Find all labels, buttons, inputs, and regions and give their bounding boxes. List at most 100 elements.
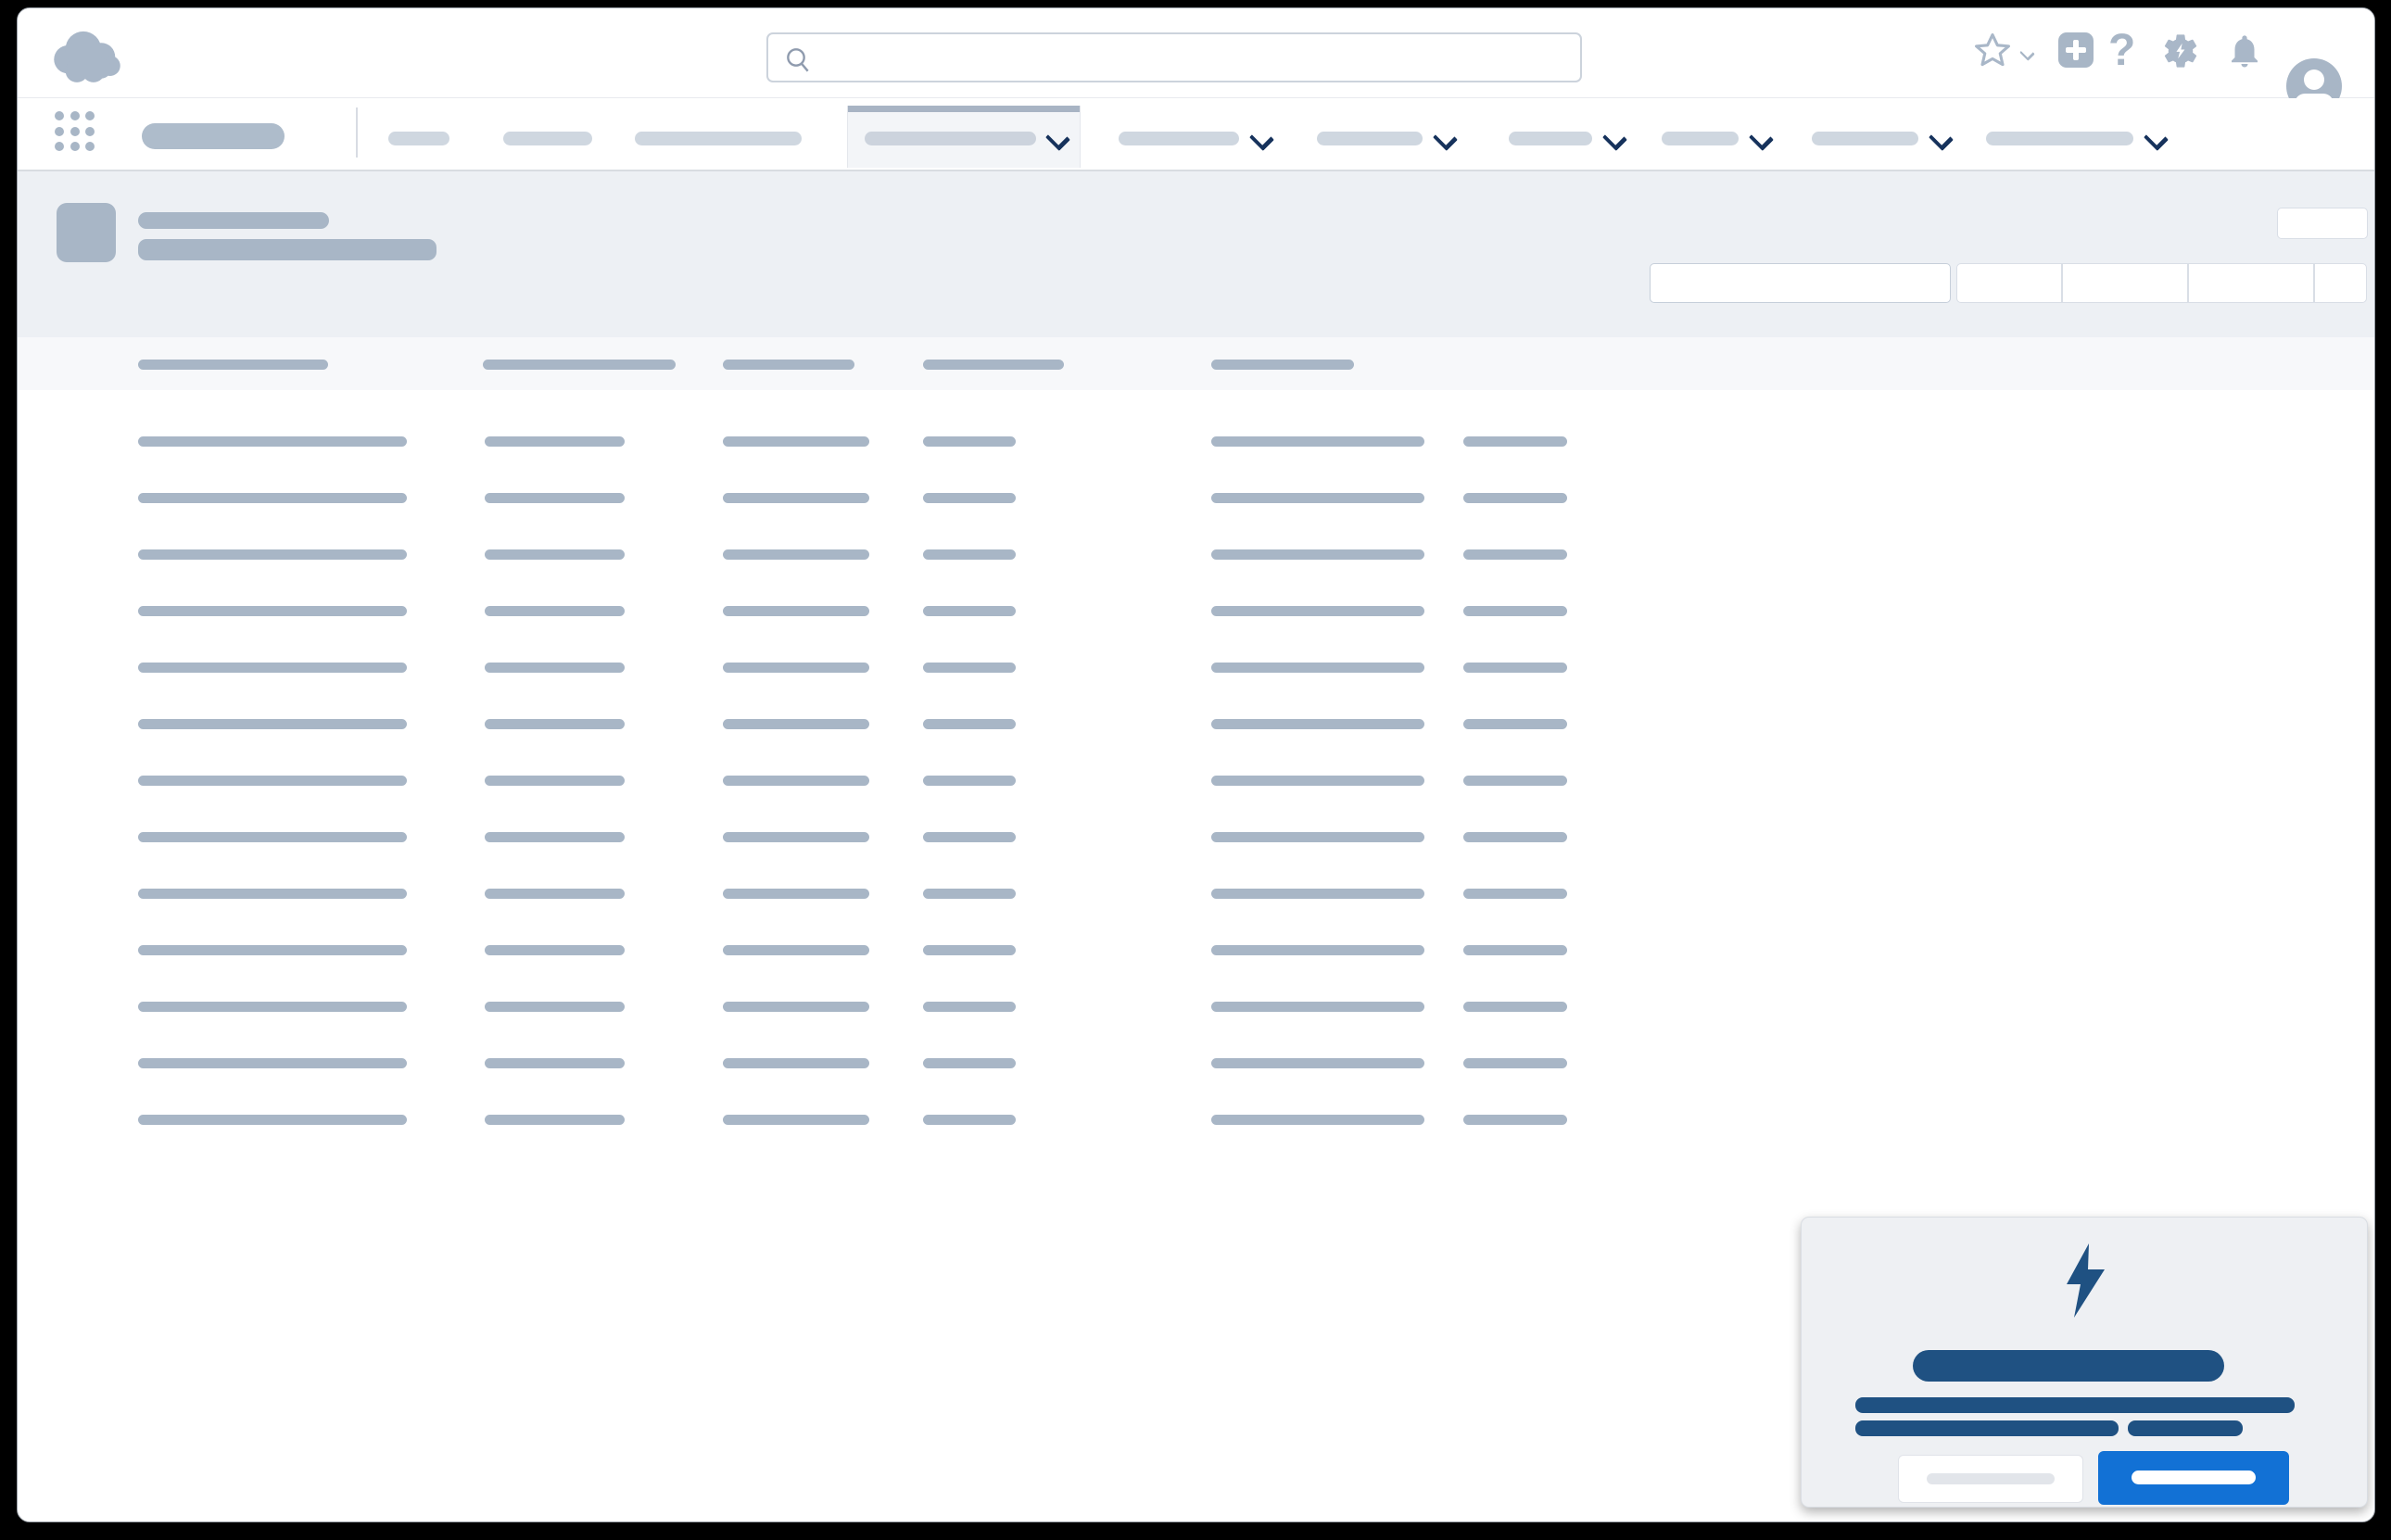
table-cell-placeholder — [1211, 549, 1424, 560]
nav-tab-placeholder[interactable] — [1986, 132, 2133, 145]
nav-tab-placeholder[interactable] — [1662, 132, 1739, 145]
table-cell-placeholder — [1211, 889, 1424, 899]
table-cell-placeholder — [723, 832, 869, 842]
table-cell-placeholder — [1211, 663, 1424, 673]
table-cell-placeholder — [138, 719, 407, 729]
table-cell-placeholder — [1463, 663, 1567, 673]
table-cell-placeholder — [1463, 832, 1567, 842]
table-cell-placeholder — [723, 606, 869, 616]
page-header — [18, 171, 2374, 337]
popup-dismiss-button[interactable] — [1898, 1455, 2083, 1503]
active-tab-loading-indicator — [848, 106, 1080, 112]
table-cell-placeholder — [138, 549, 407, 560]
column-header-placeholder — [1211, 360, 1354, 370]
table-cell-placeholder — [138, 663, 407, 673]
button-group-divider — [2313, 264, 2315, 302]
popup-line-placeholder — [1855, 1397, 2295, 1413]
chevron-down-icon[interactable] — [1929, 126, 1954, 151]
table-cell-placeholder — [138, 606, 407, 616]
table-cell-placeholder — [485, 1115, 625, 1125]
chevron-down-icon[interactable] — [1433, 126, 1458, 151]
nav-tab-placeholder[interactable] — [503, 132, 592, 145]
favorites-star-icon[interactable] — [1971, 31, 2014, 71]
popup-title-placeholder — [1913, 1350, 2224, 1382]
nav-tab-placeholder[interactable] — [1509, 132, 1592, 145]
table-cell-placeholder — [923, 606, 1016, 616]
nav-tab-placeholder[interactable] — [1119, 132, 1239, 145]
button-group-divider — [2187, 264, 2189, 302]
chevron-down-icon[interactable] — [1749, 126, 1774, 151]
search-input[interactable] — [820, 38, 1565, 79]
browser-app-window: ? — [17, 7, 2375, 1522]
header-mini-button[interactable] — [2277, 208, 2368, 239]
table-cell-placeholder — [723, 436, 869, 447]
table-cell-placeholder — [723, 719, 869, 729]
table-cell-placeholder — [923, 776, 1016, 786]
record-entity-icon-placeholder — [57, 203, 116, 262]
nav-tab-placeholder[interactable] — [388, 132, 449, 145]
table-cell-placeholder — [485, 1058, 625, 1068]
nav-tab-placeholder[interactable] — [1317, 132, 1423, 145]
table-cell-placeholder — [1211, 1002, 1424, 1012]
table-cell-placeholder — [138, 776, 407, 786]
lightning-prompt-popup — [1801, 1217, 2368, 1508]
table-cell-placeholder — [485, 549, 625, 560]
table-cell-placeholder — [923, 663, 1016, 673]
chevron-down-icon[interactable] — [1602, 126, 1627, 151]
page-subtitle-placeholder — [138, 239, 436, 260]
table-cell-placeholder — [485, 436, 625, 447]
table-cell-placeholder — [138, 436, 407, 447]
column-header-placeholder — [138, 360, 328, 370]
table-cell-placeholder — [1463, 1002, 1567, 1012]
table-cell-placeholder — [485, 776, 625, 786]
table-cell-placeholder — [1211, 776, 1424, 786]
table-cell-placeholder — [723, 1058, 869, 1068]
app-name-placeholder — [142, 123, 285, 149]
popup-primary-button[interactable] — [2098, 1451, 2289, 1505]
column-header-placeholder — [923, 360, 1064, 370]
table-cell-placeholder — [723, 776, 869, 786]
table-body — [18, 390, 2374, 1224]
table-cell-placeholder — [485, 493, 625, 503]
table-cell-placeholder — [923, 832, 1016, 842]
table-cell-placeholder — [138, 493, 407, 503]
table-cell-placeholder — [1463, 1058, 1567, 1068]
chevron-down-icon[interactable] — [1249, 126, 1274, 151]
table-cell-placeholder — [1463, 776, 1567, 786]
table-cell-placeholder — [138, 889, 407, 899]
table-cell-placeholder — [485, 945, 625, 955]
add-icon[interactable] — [2058, 32, 2094, 68]
table-cell-placeholder — [723, 1115, 869, 1125]
help-icon[interactable]: ? — [2108, 29, 2135, 73]
table-cell-placeholder — [723, 549, 869, 560]
table-column-header-row — [18, 337, 2374, 390]
setup-gear-icon[interactable] — [2160, 31, 2201, 71]
table-cell-placeholder — [485, 606, 625, 616]
nav-tab-placeholder[interactable] — [635, 132, 802, 145]
table-cell-placeholder — [923, 1058, 1016, 1068]
chevron-down-icon[interactable] — [2144, 126, 2169, 151]
table-cell-placeholder — [923, 889, 1016, 899]
table-cell-placeholder — [138, 1115, 407, 1125]
table-cell-placeholder — [1211, 1115, 1424, 1125]
table-cell-placeholder — [485, 889, 625, 899]
global-header: ? — [18, 8, 2374, 98]
table-cell-placeholder — [723, 1002, 869, 1012]
notifications-bell-icon[interactable] — [2225, 31, 2264, 71]
page-title-placeholder — [138, 212, 329, 229]
list-search-input[interactable] — [1650, 263, 1951, 303]
table-cell-placeholder — [723, 889, 869, 899]
table-cell-placeholder — [923, 945, 1016, 955]
table-cell-placeholder — [1463, 493, 1567, 503]
app-launcher-waffle-icon[interactable] — [55, 111, 95, 152]
table-cell-placeholder — [138, 832, 407, 842]
chevron-down-icon[interactable] — [2019, 45, 2035, 61]
nav-tab-placeholder[interactable] — [1812, 132, 1918, 145]
button-group-divider — [2061, 264, 2063, 302]
table-cell-placeholder — [1463, 719, 1567, 729]
table-cell-placeholder — [1463, 1115, 1567, 1125]
list-action-button-group[interactable] — [1956, 263, 2367, 303]
table-cell-placeholder — [1463, 606, 1567, 616]
popup-line-placeholder — [2128, 1420, 2243, 1436]
table-cell-placeholder — [138, 1002, 407, 1012]
